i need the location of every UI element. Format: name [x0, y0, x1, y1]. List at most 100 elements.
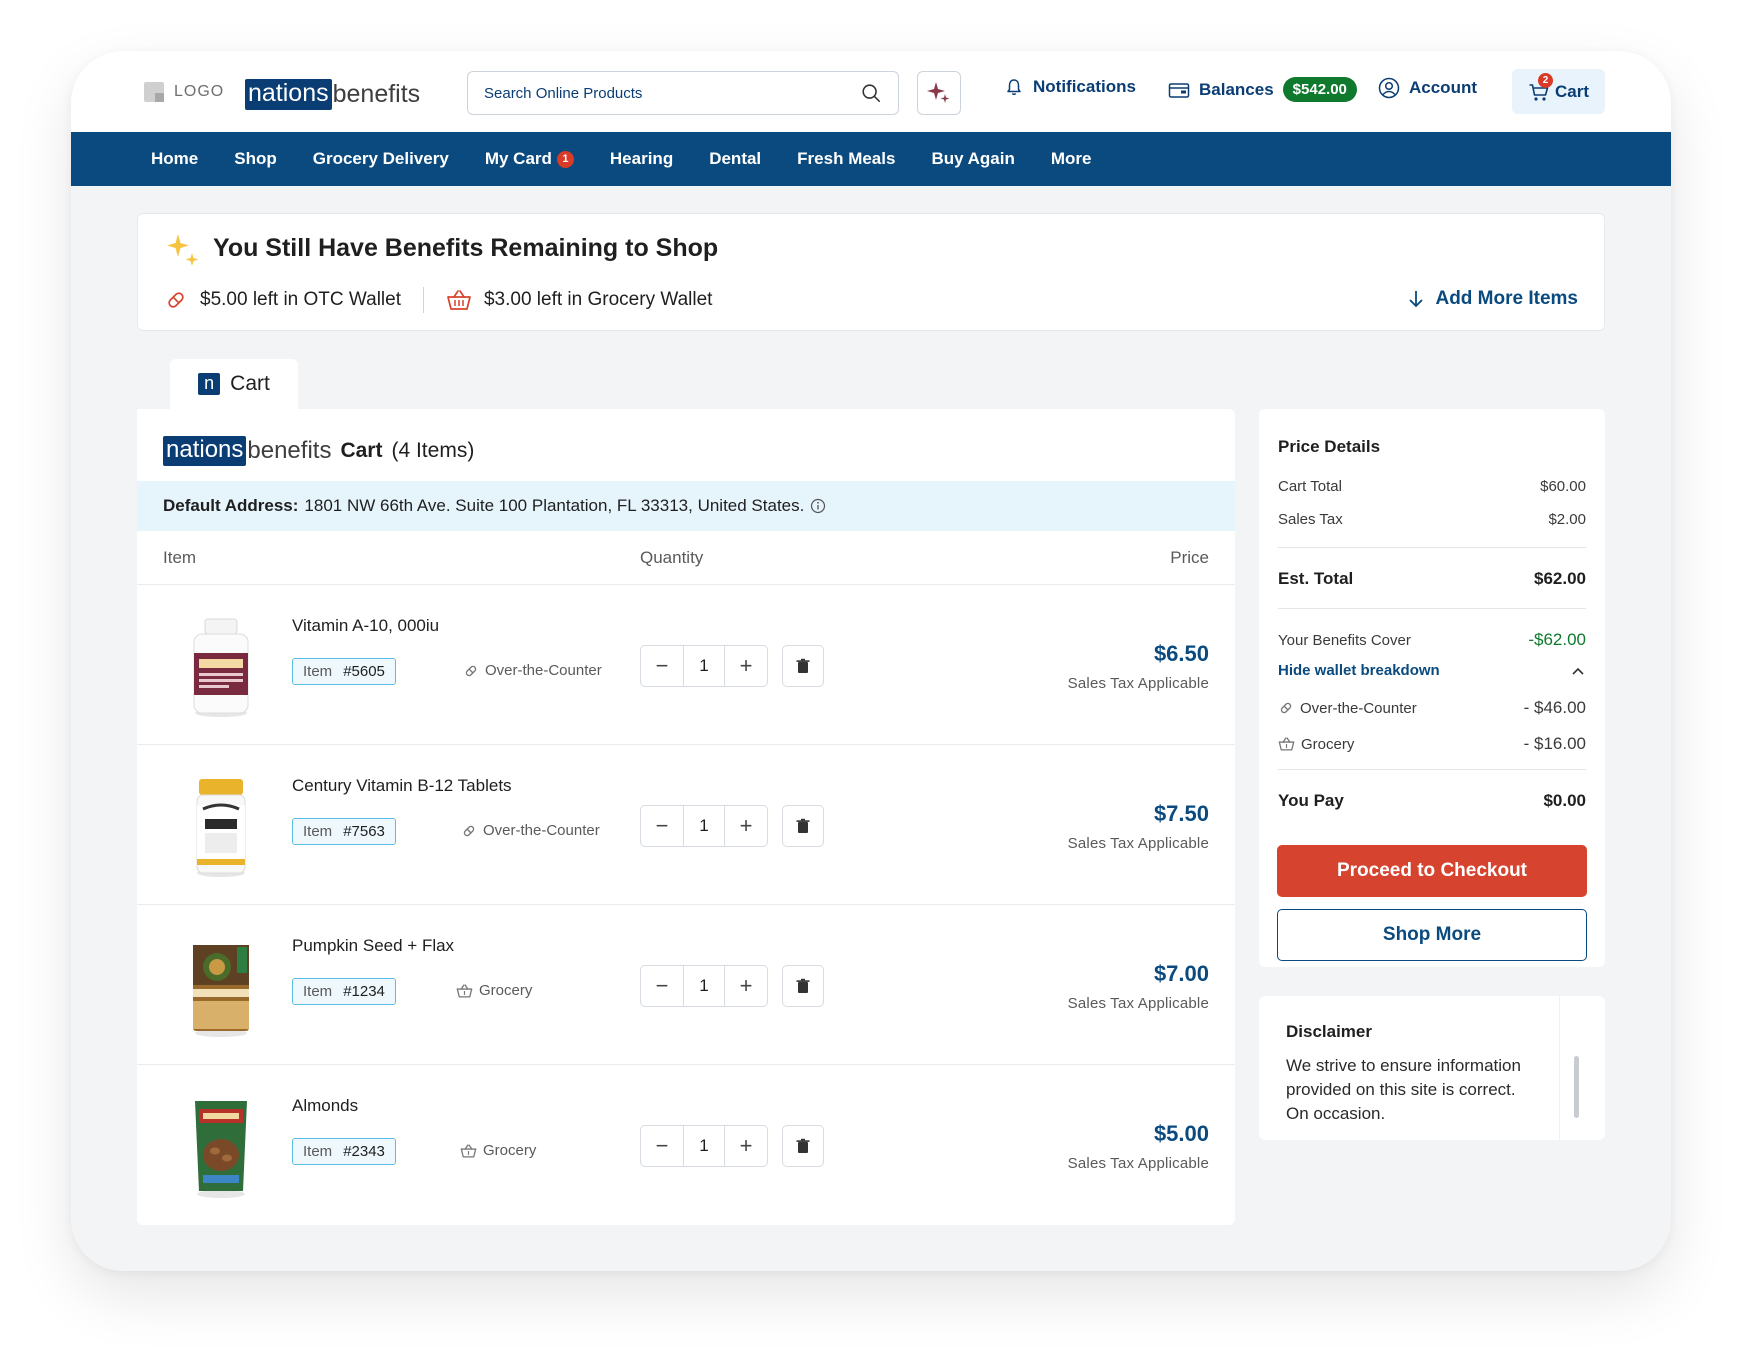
disclaimer-panel: Disclaimer We strive to ensure informati…: [1259, 996, 1605, 1140]
product-image: [193, 618, 249, 717]
increment-button[interactable]: +: [725, 966, 767, 1006]
info-icon[interactable]: [810, 498, 826, 514]
item-number-badge: Item #2343: [292, 1138, 396, 1165]
notifications-label: Notifications: [1033, 77, 1136, 96]
quantity-stepper: − 1 +: [640, 805, 768, 847]
grocery-breakdown-label-wrap: Grocery: [1278, 736, 1354, 753]
otc-breakdown-label: Over-the-Counter: [1300, 699, 1417, 717]
cart-label: Cart: [1554, 81, 1589, 101]
nav-more[interactable]: More: [1051, 149, 1092, 169]
sales-tax-line: Sales Tax $2.00: [1278, 511, 1586, 528]
table-row: Vitamin A-10, 000iu Item #5605 Over-the-…: [137, 585, 1235, 745]
account-link[interactable]: Account: [1378, 77, 1477, 99]
add-more-items-link[interactable]: Add More Items: [1407, 288, 1578, 310]
product-image: [196, 779, 246, 877]
quantity-value[interactable]: 1: [683, 806, 725, 846]
sparkle-icon: [927, 82, 950, 103]
chevron-up-icon[interactable]: [1570, 663, 1586, 679]
price-details-panel: Price Details Cart Total $60.00 Sales Ta…: [1259, 409, 1605, 967]
search-box[interactable]: Search Online Products: [467, 71, 899, 115]
product-name[interactable]: Pumpkin Seed + Flax: [292, 936, 454, 956]
sparkle-icon: [167, 234, 199, 266]
nav-label: Hearing: [609, 149, 674, 168]
quantity-value[interactable]: 1: [683, 646, 725, 686]
logo-placeholder[interactable]: LOGO: [144, 82, 224, 102]
you-pay-value: $0.00: [1543, 791, 1586, 810]
decrement-button[interactable]: −: [641, 966, 683, 1006]
item-number-badge: Item #1234: [292, 978, 396, 1005]
remove-item-button[interactable]: [782, 965, 824, 1007]
category-tag: Over-the-Counter: [463, 662, 602, 679]
table-row: Pumpkin Seed + Flax Item #1234 Grocery −…: [137, 905, 1235, 1065]
nav-home[interactable]: Home: [151, 149, 198, 169]
grocery-wallet-text: $3.00 left in Grocery Wallet: [483, 289, 713, 310]
product-name[interactable]: Almonds: [292, 1096, 358, 1116]
product-name[interactable]: Century Vitamin B-12 Tablets: [292, 776, 512, 796]
decrement-button[interactable]: −: [641, 646, 683, 686]
sales-tax-label: Sales Tax: [1278, 511, 1343, 528]
item-prefix: Item: [303, 1143, 333, 1160]
balances-link[interactable]: Balances $542.00: [1168, 77, 1357, 102]
item-number: #1234: [343, 983, 385, 1000]
divider: [422, 287, 424, 313]
cart-button[interactable]: 2 Cart: [1512, 69, 1605, 114]
hide-wallet-breakdown-toggle[interactable]: Hide wallet breakdown: [1278, 662, 1586, 679]
nav-shop[interactable]: Shop: [234, 149, 277, 169]
remove-item-button[interactable]: [782, 805, 824, 847]
grocery-breakdown-label: Grocery: [1301, 735, 1355, 753]
nav-buy-again[interactable]: Buy Again: [931, 149, 1014, 169]
brand-part1: nations: [245, 79, 332, 110]
brand-part2: benefits: [332, 80, 421, 108]
remove-item-button[interactable]: [782, 645, 824, 687]
category-tag: Grocery: [456, 982, 532, 999]
shop-more-button[interactable]: Shop More: [1277, 909, 1587, 961]
product-image: [195, 1101, 247, 1198]
nav-my-card[interactable]: My Card 1: [485, 149, 574, 169]
app-window: LOGO nations benefits Search Online Produ…: [71, 51, 1671, 1271]
sales-tax-note: Sales Tax Applicable: [1067, 1155, 1209, 1172]
brand-part1: nations: [163, 436, 247, 466]
remove-item-button[interactable]: [782, 1125, 824, 1167]
cart-total-line: Cart Total $60.00: [1278, 478, 1586, 495]
cart-heading: nations benefits Cart (4 Items): [163, 436, 474, 466]
product-name[interactable]: Vitamin A-10, 000iu: [292, 616, 439, 636]
decrement-button[interactable]: −: [641, 806, 683, 846]
hide-wallet-breakdown-label[interactable]: Hide wallet breakdown: [1278, 662, 1440, 679]
brand-logo: nations benefits: [163, 436, 331, 466]
quantity-value[interactable]: 1: [683, 966, 725, 1006]
scrollbar-thumb[interactable]: [1574, 1056, 1579, 1118]
add-more-label: Add More Items: [1435, 288, 1578, 309]
pill-icon: [463, 825, 475, 836]
decrement-button[interactable]: −: [641, 1126, 683, 1166]
quantity-stepper: − 1 +: [640, 1125, 768, 1167]
nav-dental[interactable]: Dental: [709, 149, 761, 169]
search-icon[interactable]: [860, 82, 882, 104]
tab-cart[interactable]: n Cart: [170, 359, 298, 409]
pill-icon: [168, 292, 184, 308]
benefits-cover-line: Your Benefits Cover -$62.00: [1278, 630, 1586, 650]
increment-button[interactable]: +: [725, 646, 767, 686]
n-logo-icon: n: [198, 373, 221, 395]
table-header: Item Quantity Price: [137, 531, 1235, 585]
quantity-stepper: − 1 +: [640, 965, 768, 1007]
nav-hearing[interactable]: Hearing: [610, 149, 673, 169]
brand-logo[interactable]: nations benefits: [245, 79, 420, 110]
disclaimer-scrollbar[interactable]: [1559, 996, 1593, 1140]
cart-panel: nations benefits Cart (4 Items) Default A…: [137, 409, 1235, 1225]
proceed-to-checkout-button[interactable]: Proceed to Checkout: [1277, 845, 1587, 897]
nav-label: Home: [151, 149, 199, 168]
nav-fresh-meals[interactable]: Fresh Meals: [797, 149, 895, 169]
nav-grocery-delivery[interactable]: Grocery Delivery: [313, 149, 449, 169]
benefits-cover-label: Your Benefits Cover: [1278, 631, 1411, 649]
notifications-link[interactable]: Notifications: [1004, 77, 1136, 97]
ai-assist-button[interactable]: [917, 71, 961, 115]
cart-title: Cart: [340, 439, 383, 462]
brand-part2: benefits: [247, 437, 332, 464]
category-label: Grocery: [483, 1142, 537, 1159]
item-prefix: Item: [303, 983, 333, 1000]
quantity-value[interactable]: 1: [683, 1126, 725, 1166]
increment-button[interactable]: +: [725, 806, 767, 846]
increment-button[interactable]: +: [725, 1126, 767, 1166]
bell-icon: [1007, 79, 1021, 96]
search-input[interactable]: Search Online Products: [484, 85, 860, 102]
